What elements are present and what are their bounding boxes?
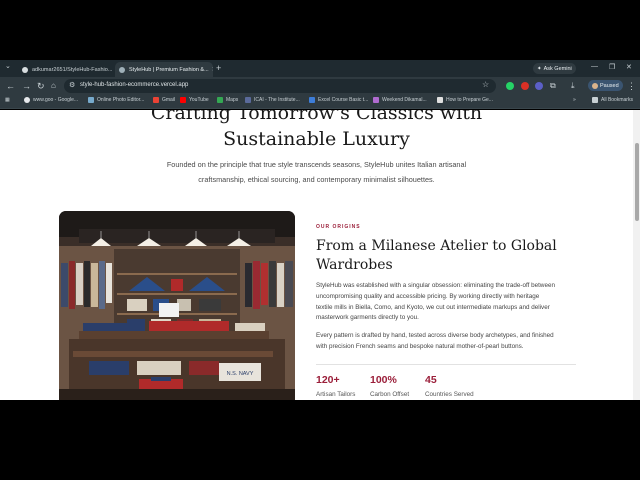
origins-paragraph-1: StyleHub was established with a singular… [316, 281, 578, 324]
ask-gemini-button[interactable]: ✦ Ask Gemini [533, 63, 576, 74]
bookmark-site-icon [437, 97, 443, 103]
forward-icon[interactable]: → [22, 80, 31, 92]
paragraph-line: Every pattern is drafted by hand, tested… [316, 332, 554, 339]
globe-icon [119, 66, 125, 73]
boutique-interior-image: N.S. NAVY [59, 211, 295, 400]
folder-icon [592, 97, 598, 103]
tab-title: adkumar2651/StyleHub-Fashio... [32, 66, 113, 73]
profile-status: Paused [600, 82, 619, 89]
address-bar[interactable]: ⚙ style-hub-fashion-ecommerce.vercel.app… [64, 79, 496, 93]
stat-value-countries: 45 [425, 374, 437, 386]
stat-value-artisans: 120+ [316, 374, 340, 386]
profile-button[interactable]: Paused [588, 80, 623, 91]
icai-icon [245, 97, 251, 103]
bookmark-star-icon[interactable]: ☆ [482, 80, 489, 89]
tab-stylehub[interactable]: StyleHub | Premium Fashion &... ✕ [115, 62, 213, 77]
bookmark-google[interactable]: www.goo - Google... [24, 97, 78, 103]
stat-label-countries: Countries Served [425, 391, 474, 398]
minimize-icon[interactable]: — [591, 63, 598, 70]
all-bookmarks-label: All Bookmarks [601, 97, 633, 103]
stats-divider [316, 364, 576, 365]
bookmark-how-to-prepare[interactable]: How to Prepare Ge... [437, 97, 493, 103]
bookmark-icai[interactable]: ICAI - The Institute... [245, 97, 300, 103]
tab-title: StyleHub | Premium Fashion &... [129, 66, 209, 73]
tab-github[interactable]: adkumar2651/StyleHub-Fashio... ✕ [18, 62, 114, 77]
bookmark-site-icon [373, 97, 379, 103]
bookmark-label: Excel Course Basic t... [318, 97, 369, 103]
origins-paragraph-2: Every pattern is drafted by hand, tested… [316, 331, 578, 353]
github-icon [22, 66, 28, 73]
hero-subtitle-line2: craftsmanship, ethical sourcing, and con… [198, 175, 435, 184]
m-icon [309, 97, 315, 103]
bookmark-weekend[interactable]: Weekend Dikamal... [373, 97, 427, 103]
extension-purple-icon[interactable] [535, 82, 543, 90]
back-icon[interactable]: ← [6, 80, 15, 92]
bookmark-label: ICAI - The Institute... [254, 97, 300, 103]
whatsapp-icon[interactable] [506, 82, 514, 90]
paragraph-line: textile mills in Biella, Como, and Kyoto… [316, 303, 550, 311]
paragraph-line: masterwork garments directly to you. [316, 314, 419, 322]
more-bookmarks-icon[interactable]: » [573, 97, 576, 103]
gmail-icon [153, 97, 159, 103]
gemini-icon: ✦ [537, 65, 542, 72]
bookmark-label: Weekend Dikamal... [382, 97, 427, 103]
close-tab-icon[interactable]: ✕ [112, 66, 114, 73]
hero-subtitle-line1: Founded on the principle that true style… [166, 160, 467, 169]
bookmarks-bar: ▦ www.goo - Google... Online Photo Edito… [0, 95, 640, 109]
reload-icon[interactable]: ↻ [37, 80, 45, 92]
url-text[interactable]: style-hub-fashion-ecommerce.vercel.app [80, 82, 188, 88]
paragraph-line: uncompromising quality and accessible pr… [316, 292, 540, 300]
bookmark-label: www.goo - Google... [33, 97, 79, 103]
bookmark-label: YouTube [189, 97, 209, 103]
extensions-puzzle-icon[interactable]: ⧉ [550, 80, 556, 92]
apps-grid-icon[interactable]: ▦ [5, 97, 10, 103]
maximize-icon[interactable]: ❐ [609, 63, 615, 71]
hero-title-line1: Crafting Tomorrow's Classics with [150, 110, 483, 124]
paragraph-line: with precision French seams and bespoke … [316, 342, 524, 350]
bookmark-gmail[interactable]: Gmail [153, 97, 175, 103]
bookmark-label: Gmail [162, 97, 176, 103]
scrollbar-thumb[interactable] [635, 143, 639, 221]
close-window-icon[interactable]: ✕ [626, 63, 632, 71]
bookmark-photo-editor[interactable]: Online Photo Editor... [88, 97, 144, 103]
stat-label-carbon: Carbon Offset [370, 391, 410, 398]
bookmark-label: Online Photo Editor... [97, 97, 145, 103]
bookmark-label: Maps [226, 97, 239, 103]
google-icon [24, 97, 30, 103]
tab-strip: ⌄ adkumar2651/StyleHub-Fashio... ✕ Style… [0, 60, 640, 77]
section-eyebrow: OUR ORIGINS [316, 224, 361, 230]
close-tab-icon[interactable]: ✕ [209, 66, 213, 73]
hero-title-line2: Sustainable Luxury [223, 128, 410, 150]
home-icon[interactable]: ⌂ [51, 80, 56, 92]
youtube-icon [180, 97, 186, 103]
paragraph-line: StyleHub was established with a singular… [316, 282, 555, 289]
download-icon[interactable]: ⤓ [571, 80, 575, 92]
extension-red-icon[interactable] [521, 82, 529, 90]
image-sign-text: N.S. NAVY [227, 371, 254, 377]
stat-label-artisans: Artisan Tailors [316, 391, 356, 398]
new-tab-button[interactable]: + [216, 63, 221, 73]
photo-editor-icon [88, 97, 94, 103]
section-heading-line2: Wardrobes [316, 257, 393, 273]
tab-search-icon[interactable]: ⌄ [5, 61, 11, 73]
bookmark-youtube[interactable]: YouTube [180, 97, 209, 103]
browser-toolbar: ← → ↻ ⌂ ⚙ style-hub-fashion-ecommerce.ve… [0, 77, 640, 95]
avatar [592, 82, 598, 89]
bookmark-excel-course[interactable]: Excel Course Basic t... [309, 97, 368, 103]
section-heading-line1: From a Milanese Atelier to Global [316, 238, 557, 254]
bookmark-label: How to Prepare Ge... [446, 97, 493, 103]
ask-gemini-label: Ask Gemini [543, 65, 572, 72]
page-viewport: Crafting Tomorrow's Classics with Sustai… [0, 110, 633, 400]
maps-icon [217, 97, 223, 103]
all-bookmarks-folder[interactable]: All Bookmarks [592, 97, 633, 103]
site-info-icon[interactable]: ⚙ [69, 81, 75, 89]
menu-kebab-icon[interactable]: ⋮ [627, 80, 636, 92]
stat-value-carbon: 100% [370, 374, 397, 386]
bookmark-maps[interactable]: Maps [217, 97, 238, 103]
